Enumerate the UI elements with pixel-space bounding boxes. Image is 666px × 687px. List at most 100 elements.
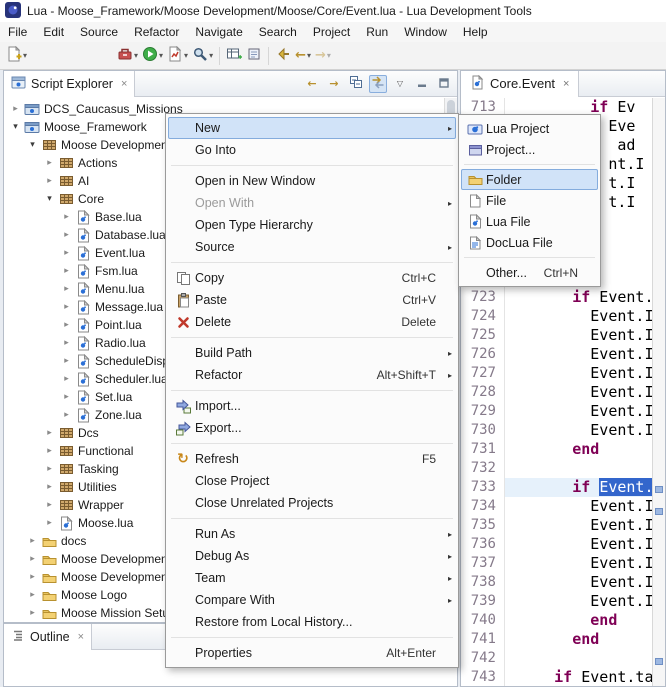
code-line[interactable]: 738 Event.I (461, 573, 652, 592)
menu-item-run-as[interactable]: Run As▸ (168, 523, 456, 545)
expander-closed-icon[interactable]: ▸ (8, 104, 23, 114)
view-menu-button[interactable]: ▽ (391, 75, 409, 93)
menu-item-source[interactable]: Source▸ (168, 236, 456, 258)
expander-closed-icon[interactable]: ▸ (59, 284, 74, 294)
code-line[interactable]: 727 Event.I (461, 364, 652, 383)
code-line[interactable]: 741 end (461, 630, 652, 649)
code-line[interactable]: 737 Event.I (461, 554, 652, 573)
dropdown-caret-icon[interactable]: ▾ (209, 51, 213, 60)
menu-item-lua-file[interactable]: Lua File▸ (461, 211, 598, 232)
line-number[interactable]: 739 (461, 592, 505, 611)
code-line[interactable]: 725 Event.I (461, 326, 652, 345)
toolbar-new-wizard-button[interactable]: ▾ (4, 45, 29, 67)
menubar-item-search[interactable]: Search (251, 23, 305, 41)
code-line[interactable]: 742 (461, 649, 652, 668)
line-number[interactable]: 727 (461, 364, 505, 383)
expander-closed-icon[interactable]: ▸ (25, 590, 40, 600)
line-number[interactable]: 730 (461, 421, 505, 440)
dropdown-caret-icon[interactable]: ▾ (327, 51, 331, 60)
menu-item-copy[interactable]: CopyCtrl+C▸ (168, 267, 456, 289)
menu-item-doclua-file[interactable]: DocLua File▸ (461, 232, 598, 253)
expander-open-icon[interactable]: ▾ (8, 122, 23, 132)
menu-item-paste[interactable]: PasteCtrl+V▸ (168, 289, 456, 311)
close-icon[interactable]: × (563, 78, 569, 90)
overview-ruler[interactable] (652, 98, 665, 686)
close-icon[interactable]: × (121, 78, 127, 90)
maximize-button[interactable] (435, 75, 453, 93)
overview-mark[interactable] (655, 658, 663, 665)
code-line-text[interactable]: Event.I (505, 516, 652, 535)
expander-closed-icon[interactable]: ▸ (25, 554, 40, 564)
menubar-item-help[interactable]: Help (455, 23, 496, 41)
line-number[interactable]: 733 (461, 478, 505, 497)
line-number[interactable]: 741 (461, 630, 505, 649)
menu-item-project-[interactable]: Project...▸ (461, 139, 598, 160)
menubar-item-run[interactable]: Run (358, 23, 396, 41)
expander-closed-icon[interactable]: ▸ (42, 482, 57, 492)
expander-closed-icon[interactable]: ▸ (59, 212, 74, 222)
code-line-text[interactable]: Event.I (505, 383, 652, 402)
menu-item-go-into[interactable]: Go Into▸ (168, 139, 456, 161)
code-line-text[interactable]: if Event.ta (505, 668, 652, 686)
expander-closed-icon[interactable]: ▸ (59, 320, 74, 330)
expander-closed-icon[interactable]: ▸ (25, 536, 40, 546)
line-number[interactable]: 742 (461, 649, 505, 668)
code-line-text[interactable]: Event.I (505, 402, 652, 421)
nav-forward-button[interactable]: → (325, 75, 343, 93)
line-number[interactable]: 731 (461, 440, 505, 459)
code-line[interactable]: 724 Event.I (461, 307, 652, 326)
collapse-all-button[interactable] (347, 75, 365, 93)
line-number[interactable]: 726 (461, 345, 505, 364)
toolbar-new-table-button[interactable] (224, 45, 244, 67)
menu-item-team[interactable]: Team▸ (168, 567, 456, 589)
toolbar-back-button[interactable]: ←▾ (293, 45, 313, 67)
code-line[interactable]: 732 (461, 459, 652, 478)
code-line-text[interactable]: end (505, 611, 652, 630)
toolbar-search-button[interactable]: ▾ (190, 45, 215, 67)
menu-item-debug-as[interactable]: Debug As▸ (168, 545, 456, 567)
overview-mark[interactable] (655, 486, 663, 493)
expander-closed-icon[interactable]: ▸ (42, 500, 57, 510)
menu-item-build-path[interactable]: Build Path▸ (168, 342, 456, 364)
code-line-text[interactable]: end (505, 630, 652, 649)
expander-closed-icon[interactable]: ▸ (59, 302, 74, 312)
menu-item-refresh[interactable]: ↻RefreshF5▸ (168, 448, 456, 470)
code-line[interactable]: 736 Event.I (461, 535, 652, 554)
code-line-text[interactable]: Event.I (505, 573, 652, 592)
menu-item-properties[interactable]: PropertiesAlt+Enter▸ (168, 642, 456, 664)
line-number[interactable]: 725 (461, 326, 505, 345)
expander-closed-icon[interactable]: ▸ (59, 392, 74, 402)
expander-closed-icon[interactable]: ▸ (59, 230, 74, 240)
dropdown-caret-icon[interactable]: ▾ (159, 51, 163, 60)
toolbar-forward-button[interactable]: →▾ (313, 45, 333, 67)
tab-outline[interactable]: Outline × (4, 624, 92, 650)
expander-closed-icon[interactable]: ▸ (42, 158, 57, 168)
toolbar-external-tools-button[interactable]: ▾ (115, 45, 140, 67)
expander-closed-icon[interactable]: ▸ (25, 608, 40, 618)
menubar-item-file[interactable]: File (0, 23, 35, 41)
code-line[interactable]: 733 if Event. (461, 478, 652, 497)
line-number[interactable]: 734 (461, 497, 505, 516)
expander-open-icon[interactable]: ▾ (25, 140, 40, 150)
line-number[interactable]: 732 (461, 459, 505, 478)
expander-closed-icon[interactable]: ▸ (59, 248, 74, 258)
menubar-item-project[interactable]: Project (305, 23, 358, 41)
code-line[interactable]: 731 end (461, 440, 652, 459)
dropdown-caret-icon[interactable]: ▾ (134, 51, 138, 60)
menu-item-folder[interactable]: Folder▸ (461, 169, 598, 190)
line-number[interactable]: 723 (461, 288, 505, 307)
expander-closed-icon[interactable]: ▸ (42, 446, 57, 456)
toolbar-run-button[interactable]: ▾ (140, 45, 165, 67)
menubar-item-edit[interactable]: Edit (35, 23, 72, 41)
code-line[interactable]: 743 if Event.ta (461, 668, 652, 686)
menu-item-other-[interactable]: Other...Ctrl+N▸ (461, 262, 598, 283)
code-line[interactable]: 730 Event.I (461, 421, 652, 440)
code-line-text[interactable]: Event.I (505, 307, 652, 326)
code-line[interactable]: 735 Event.I (461, 516, 652, 535)
code-line[interactable]: 739 Event.I (461, 592, 652, 611)
menu-item-delete[interactable]: DeleteDelete▸ (168, 311, 456, 333)
expander-open-icon[interactable]: ▾ (42, 194, 57, 204)
minimize-button[interactable] (413, 75, 431, 93)
code-line[interactable]: 728 Event.I (461, 383, 652, 402)
code-line-text[interactable]: end (505, 440, 652, 459)
